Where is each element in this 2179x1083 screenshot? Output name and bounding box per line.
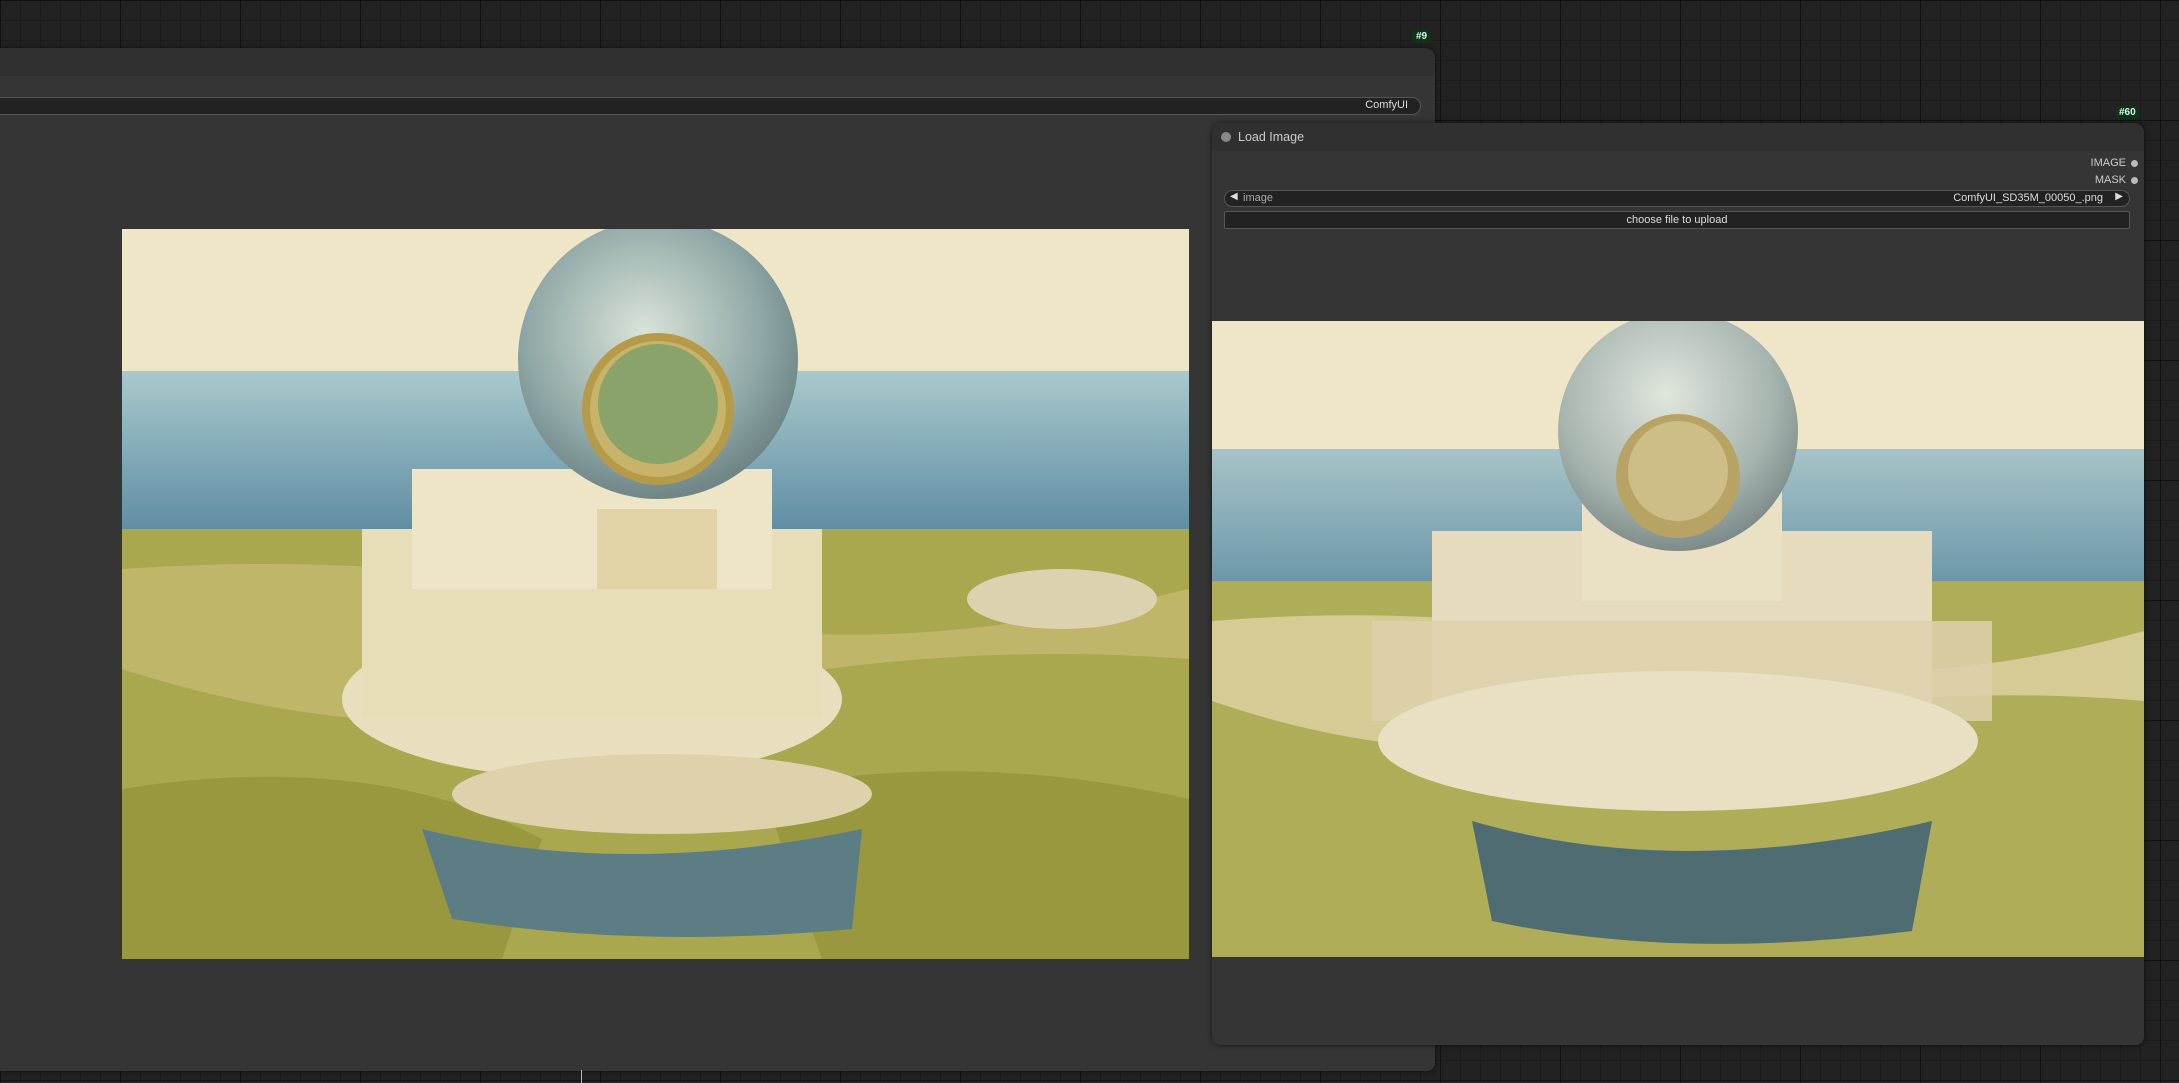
filename-prefix-widget[interactable]: ComfyUI [0,97,1421,115]
filename-prefix-value: ComfyUI [1365,99,1408,111]
preview-image [122,219,1189,959]
loaded-image-preview [1212,311,2144,957]
canvas-cursor-marker [581,1070,582,1083]
collapse-dot-icon[interactable] [1221,132,1231,142]
output-slot-icon[interactable] [2131,159,2138,167]
output-slot-icon[interactable] [2131,176,2138,184]
output-mask[interactable]: MASK [2095,174,2138,186]
combo-right-arrow-icon[interactable]: ▶ [2115,191,2123,202]
combo-left-arrow-icon[interactable]: ◀ [1230,191,1238,202]
combo-label: image [1243,192,1273,204]
node-id-badge-9: #9 [1412,30,1432,43]
image-combo-widget[interactable]: ◀ image ComfyUI_SD35M_00050_.png ▶ [1224,190,2130,207]
combo-value: ComfyUI_SD35M_00050_.png [1953,192,2103,204]
node-id-badge-60: #60 [2115,106,2140,119]
output-image[interactable]: IMAGE [2091,157,2138,169]
output-label-image: IMAGE [2090,157,2126,169]
output-label-mask: MASK [2094,174,2126,186]
node-titlebar[interactable] [0,48,1435,76]
upload-button[interactable]: choose file to upload [1224,211,2130,229]
node-title: Load Image [1238,130,1305,144]
load-image-node[interactable]: Load Image IMAGE MASK ◀ image ComfyUI_SD… [1212,123,2144,1045]
node-titlebar[interactable]: Load Image [1212,123,2144,151]
